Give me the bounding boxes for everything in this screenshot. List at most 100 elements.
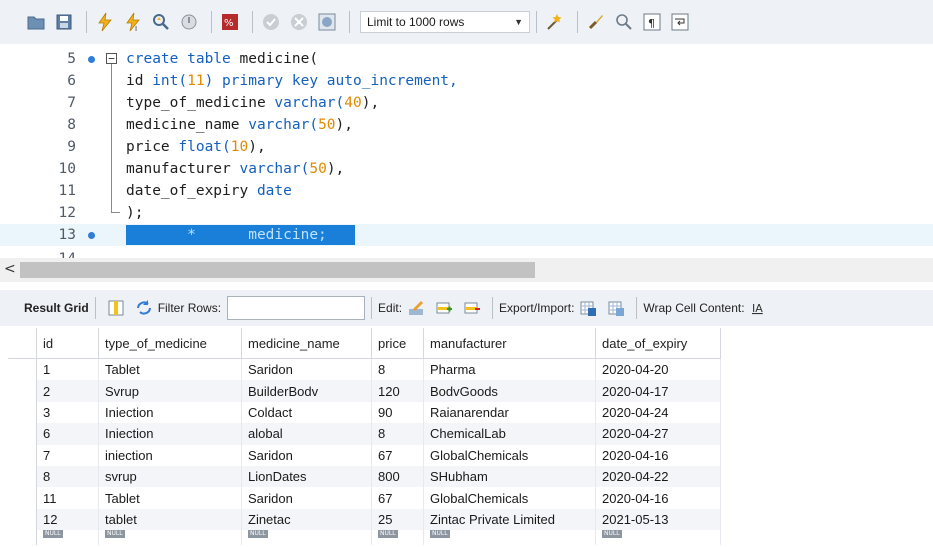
insert-row-icon[interactable] <box>434 298 454 318</box>
table-cell[interactable]: GlobalChemicals <box>423 444 596 466</box>
save-icon[interactable] <box>52 10 76 34</box>
sql-editor[interactable]: 5 − create table medicine( 6 id int(11) … <box>0 44 933 258</box>
table-cell[interactable]: 2020-04-20 <box>595 358 721 381</box>
column-header[interactable]: medicine_name <box>241 328 372 359</box>
row-selector[interactable] <box>8 380 37 402</box>
table-cell[interactable]: 25 <box>371 508 424 531</box>
wrap-cell-icon[interactable]: IA <box>749 298 769 318</box>
table-cell[interactable]: 11 <box>36 487 99 509</box>
scrollbar-thumb[interactable] <box>20 262 535 278</box>
table-row[interactable]: 7 iniection Saridon 67 GlobalChemicals 2020-0… <box>8 444 721 466</box>
edit-row-icon[interactable] <box>406 298 426 318</box>
brush-icon[interactable] <box>584 10 608 34</box>
toggle-output-icon[interactable]: % <box>218 10 242 34</box>
table-cell[interactable]: 3 <box>36 401 99 424</box>
table-cell[interactable]: alobal <box>241 423 372 445</box>
new-row-placeholder[interactable]: NULL NULL NULL NULL NULL NULL <box>8 530 721 546</box>
execute-current-icon[interactable]: I <box>121 10 145 34</box>
row-selector[interactable] <box>8 358 37 381</box>
scroll-left-icon[interactable]: < <box>4 261 16 277</box>
null-cell[interactable]: NULL <box>36 530 99 546</box>
table-cell[interactable]: 8 <box>371 358 424 381</box>
table-cell[interactable]: 67 <box>371 444 424 466</box>
table-cell[interactable]: 2021-05-13 <box>595 508 721 531</box>
table-cell[interactable]: Tablet <box>98 358 242 381</box>
null-cell[interactable]: NULL <box>595 530 721 546</box>
table-cell[interactable]: 1 <box>36 358 99 381</box>
grid-view-icon[interactable] <box>106 298 126 318</box>
table-cell[interactable]: Raianarendar <box>423 401 596 424</box>
table-cell[interactable]: 7 <box>36 444 99 466</box>
table-cell[interactable]: 2020-04-16 <box>595 444 721 466</box>
table-cell[interactable]: Iniection <box>98 423 242 445</box>
table-cell[interactable]: Coldact <box>241 401 372 424</box>
table-cell[interactable]: SHubham <box>423 465 596 488</box>
row-selector[interactable] <box>8 401 37 424</box>
explain-icon[interactable] <box>149 10 173 34</box>
table-cell[interactable]: 12 <box>36 508 99 531</box>
null-cell[interactable]: NULL <box>98 530 242 546</box>
table-cell[interactable]: Zinetac <box>241 508 372 531</box>
result-grid-tab[interactable]: Result Grid <box>24 301 89 315</box>
table-cell[interactable]: svrup <box>98 465 242 488</box>
row-selector[interactable] <box>8 465 37 488</box>
table-cell[interactable]: 6 <box>36 423 99 445</box>
table-cell[interactable]: Tablet <box>98 487 242 509</box>
filter-rows-input[interactable] <box>227 296 366 320</box>
autocommit-icon[interactable] <box>315 10 339 34</box>
row-selector[interactable] <box>8 487 37 509</box>
row-selector[interactable] <box>8 444 37 466</box>
column-header[interactable]: manufacturer <box>423 328 596 359</box>
table-row[interactable]: 11 Tablet Saridon 67 GlobalChemicals 2020-04-… <box>8 487 721 509</box>
column-header[interactable]: price <box>371 328 424 359</box>
table-cell[interactable]: 2020-04-16 <box>595 487 721 509</box>
row-selector[interactable] <box>8 530 37 546</box>
table-cell[interactable]: LionDates <box>241 465 372 488</box>
table-cell[interactable]: iniection <box>98 444 242 466</box>
table-row[interactable]: 12 tablet Zinetac 25 Zintac Private Limited 2… <box>8 508 721 531</box>
table-cell[interactable]: ChemicalLab <box>423 423 596 445</box>
null-cell[interactable]: NULL <box>371 530 424 546</box>
commit-icon[interactable] <box>259 10 283 34</box>
delete-row-icon[interactable] <box>462 298 482 318</box>
table-cell[interactable]: BodvGoods <box>423 380 596 402</box>
row-selector-header[interactable] <box>8 328 37 359</box>
table-cell[interactable]: Zintac Private Limited <box>423 508 596 531</box>
table-cell[interactable]: BuilderBodv <box>241 380 372 402</box>
null-cell[interactable]: NULL <box>423 530 596 546</box>
table-cell[interactable]: Saridon <box>241 444 372 466</box>
table-cell[interactable]: 2020-04-24 <box>595 401 721 424</box>
wrap-icon[interactable] <box>668 10 692 34</box>
table-cell[interactable]: Saridon <box>241 487 372 509</box>
execute-icon[interactable] <box>93 10 117 34</box>
horizontal-scrollbar[interactable]: < <box>0 258 933 282</box>
table-cell[interactable]: 67 <box>371 487 424 509</box>
column-header[interactable]: date_of_expiry <box>595 328 721 359</box>
find-icon[interactable] <box>612 10 636 34</box>
row-selector[interactable] <box>8 423 37 445</box>
table-cell[interactable]: Iniection <box>98 401 242 424</box>
table-cell[interactable]: 2020-04-27 <box>595 423 721 445</box>
stop-icon[interactable] <box>177 10 201 34</box>
row-selector[interactable] <box>8 508 37 531</box>
table-row[interactable]: 1 Tablet Saridon 8 Pharma 2020-04-20 <box>8 358 721 381</box>
table-cell[interactable]: tablet <box>98 508 242 531</box>
table-cell[interactable]: Svrup <box>98 380 242 402</box>
table-cell[interactable]: Pharma <box>423 358 596 381</box>
open-folder-icon[interactable] <box>24 10 48 34</box>
fold-toggle-icon[interactable]: − <box>106 53 117 64</box>
table-cell[interactable]: 8 <box>36 465 99 488</box>
column-header[interactable]: id <box>36 328 99 359</box>
table-cell[interactable]: GlobalChemicals <box>423 487 596 509</box>
limit-rows-select[interactable]: Limit to 1000 rows ▼ <box>360 11 530 33</box>
export-icon[interactable] <box>578 298 598 318</box>
table-cell[interactable]: 2020-04-17 <box>595 380 721 402</box>
table-row[interactable]: 2 Svrup BuilderBodv 120 BodvGoods 2020-04-17 <box>8 380 721 402</box>
table-row[interactable]: 3 Iniection Coldact 90 Raianarendar 2020-04-2… <box>8 401 721 424</box>
invisible-chars-icon[interactable]: ¶ <box>640 10 664 34</box>
rollback-icon[interactable] <box>287 10 311 34</box>
beautify-icon[interactable] <box>543 10 567 34</box>
table-cell[interactable]: 2 <box>36 380 99 402</box>
column-header[interactable]: type_of_medicine <box>98 328 242 359</box>
refresh-icon[interactable] <box>134 298 154 318</box>
